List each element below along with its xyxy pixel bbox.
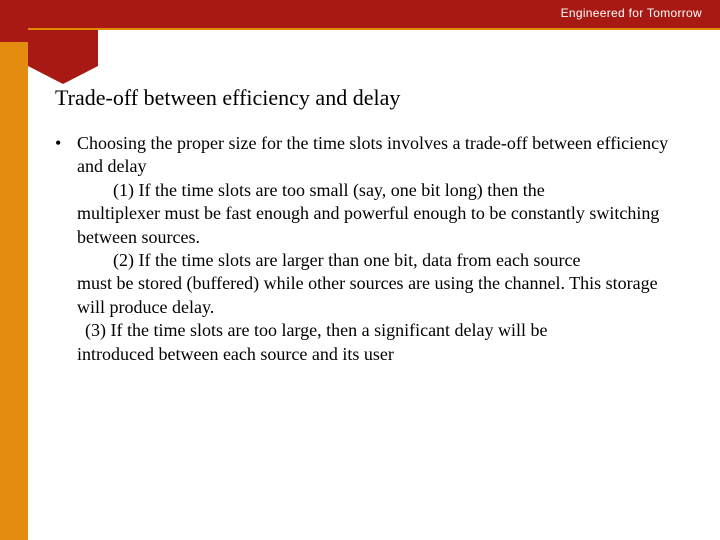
slide-title: Trade-off between efficiency and delay <box>55 85 400 111</box>
point-2-line-b: must be stored (buffered) while other so… <box>77 272 680 319</box>
point-1-line-b: multiplexer must be fast enough and powe… <box>77 202 680 249</box>
point-3-line-b: introduced between each source and its u… <box>77 343 680 366</box>
point-2-line-a: (2) If the time slots are larger than on… <box>77 249 680 272</box>
point-3-line-a: (3) If the time slots are too large, the… <box>77 319 680 342</box>
bullet-mark: • <box>55 132 77 366</box>
bullet-item: • Choosing the proper size for the time … <box>55 132 680 366</box>
left-stripe <box>0 42 28 540</box>
slide-content: • Choosing the proper size for the time … <box>55 132 680 366</box>
lead-text: Choosing the proper size for the time sl… <box>77 132 680 179</box>
header-notch <box>28 30 98 66</box>
header-tagline: Engineered for Tomorrow <box>561 6 702 20</box>
point-1-line-a: (1) If the time slots are too small (say… <box>77 179 680 202</box>
bullet-body: Choosing the proper size for the time sl… <box>77 132 680 366</box>
header-corner-block <box>0 0 28 42</box>
